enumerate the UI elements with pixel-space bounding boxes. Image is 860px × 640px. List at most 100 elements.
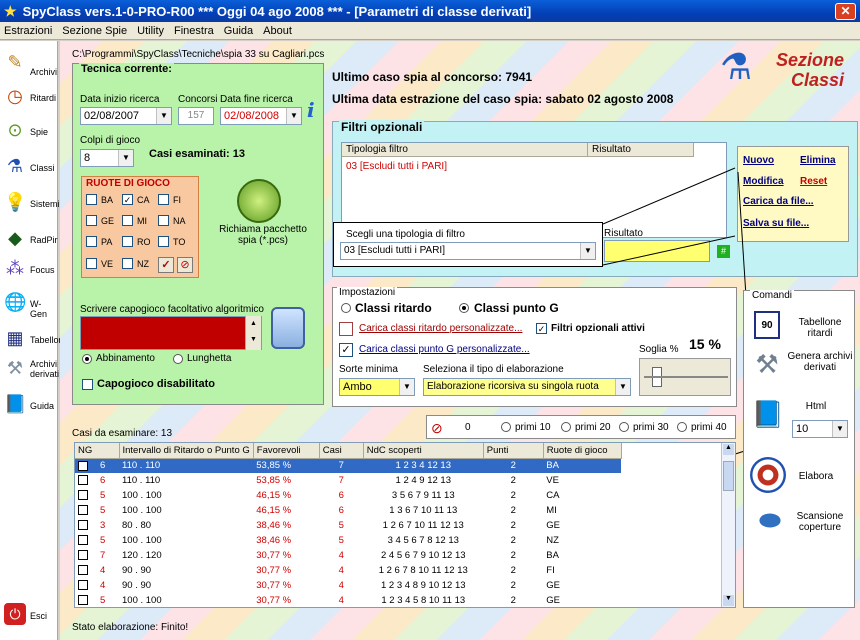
elabora-button[interactable]: Elabora: [786, 471, 846, 482]
ruota-ro-checkbox[interactable]: [122, 236, 133, 247]
classi-ritardo-radio[interactable]: [341, 303, 351, 313]
ruota-mi-checkbox[interactable]: [122, 215, 133, 226]
close-icon[interactable]: ✕: [835, 3, 856, 20]
calendar-icon[interactable]: 90: [754, 311, 780, 339]
row-checkbox[interactable]: 4: [75, 563, 119, 578]
tools-icon[interactable]: ⚒: [752, 349, 782, 383]
ruota-ge-checkbox[interactable]: [86, 215, 97, 226]
primi-10-radio[interactable]: [501, 422, 511, 432]
elimina-link[interactable]: Elimina: [800, 155, 836, 166]
phone-icon[interactable]: [271, 307, 305, 349]
grid-header[interactable]: Favorevoli: [253, 443, 320, 459]
no-entry-icon[interactable]: ⊘: [431, 420, 443, 437]
grid-header[interactable]: NG: [75, 443, 120, 459]
select-all-check-icon[interactable]: ✓: [158, 257, 174, 273]
tabellone-button[interactable]: Tabellone ritardi: [786, 317, 854, 339]
primi-20-radio[interactable]: [561, 422, 571, 432]
sidebar-item-archivi[interactable]: ✎ Archivi: [2, 49, 58, 83]
row-checkbox[interactable]: 4: [75, 578, 119, 593]
capogioco-scrollbar[interactable]: ▲ ▼: [245, 316, 261, 350]
genera-archivi-button[interactable]: Genera archivi derivati: [786, 351, 854, 373]
col-risultato[interactable]: Risultato: [588, 143, 694, 157]
modifica-link[interactable]: Modifica: [743, 176, 784, 187]
ruota-ba-checkbox[interactable]: [86, 194, 97, 205]
html-select[interactable]: 10 ▼: [792, 420, 848, 438]
sidebar-item-spie[interactable]: ⊙ Spie: [2, 117, 58, 151]
scansione-button[interactable]: Scansione coperture: [790, 511, 850, 533]
row-checkbox[interactable]: 3: [75, 518, 119, 533]
ruota-ca-checkbox[interactable]: ✓: [122, 194, 133, 205]
grid-scrollbar[interactable]: ▲ ▼: [721, 443, 735, 607]
sorte-select[interactable]: Ambo ▼: [339, 378, 415, 396]
classi-punto-g-radio[interactable]: [459, 303, 469, 313]
table-row[interactable]: 4 90 . 90 30,77 % 4 1 2 3 4 8 9 10 12 13 2 GE: [75, 578, 621, 593]
capogioco-disab-checkbox[interactable]: [82, 379, 93, 390]
row-checkbox[interactable]: 6: [75, 458, 119, 473]
sidebar-item-sistemi[interactable]: 💡 Sistemi: [2, 189, 60, 223]
spy-lens-icon[interactable]: [237, 179, 281, 223]
table-row[interactable]: 5 100 . 100 46,15 % 6 3 5 6 7 9 11 13 2 CA: [75, 488, 621, 503]
row-checkbox[interactable]: 7: [75, 548, 119, 563]
reset-link[interactable]: Reset: [800, 176, 827, 187]
tipo-elaborazione-select[interactable]: Elaborazione ricorsiva su singola ruota ▼: [423, 378, 631, 396]
soglia-slider[interactable]: [639, 358, 731, 396]
ruota-pa-checkbox[interactable]: [86, 236, 97, 247]
ruota-fi-checkbox[interactable]: [158, 194, 169, 205]
filtri-attivi-checkbox[interactable]: ✓: [536, 323, 547, 334]
row-checkbox[interactable]: 6: [75, 473, 119, 488]
menu-utility[interactable]: Utility: [137, 25, 164, 37]
sidebar-item-guida[interactable]: 📘 Guida: [2, 391, 58, 425]
menu-about[interactable]: About: [263, 25, 292, 37]
nuovo-link[interactable]: Nuovo: [743, 155, 774, 166]
data-inizio-picker[interactable]: 02/08/2007 ▼: [80, 107, 172, 125]
col-tipologia[interactable]: Tipologia filtro: [342, 143, 588, 157]
menu-finestra[interactable]: Finestra: [174, 25, 214, 37]
scegli-filtro-select[interactable]: 03 [Escludi tutti i PARI] ▼: [340, 242, 596, 260]
carica-punto-g-checkbox[interactable]: ✓: [339, 343, 353, 357]
table-row[interactable]: 6 110 . 110 53,85 % 7 1 2 3 4 12 13 2 BA: [75, 458, 622, 473]
primi-30-radio[interactable]: [619, 422, 629, 432]
sidebar-item-radpir[interactable]: ◆ RadPir: [2, 225, 58, 259]
ruota-ve-checkbox[interactable]: [86, 258, 97, 269]
primi-40-radio[interactable]: [677, 422, 687, 432]
ruota-nz-checkbox[interactable]: [122, 258, 133, 269]
table-row[interactable]: 3 80 . 80 38,46 % 5 1 2 6 7 10 11 12 13 2 GE: [75, 518, 621, 533]
deselect-all-icon[interactable]: ⊘: [177, 257, 193, 273]
book-icon[interactable]: 📘: [750, 399, 786, 429]
salva-file-link[interactable]: Salva su file...: [743, 218, 809, 229]
row-checkbox[interactable]: 5: [75, 593, 119, 607]
risultato-field[interactable]: [604, 240, 710, 262]
table-row[interactable]: 5 100 . 100 38,46 % 5 3 4 5 6 7 8 12 13 2 NZ: [75, 533, 621, 548]
sidebar-item-archivi-derivati[interactable]: ⚒ Archivi derivati: [2, 355, 59, 395]
eraser-icon[interactable]: ⬬: [750, 505, 790, 541]
ruota-na-checkbox[interactable]: [158, 215, 169, 226]
richiama-pacchetto-button[interactable]: Richiama pacchetto spia (*.pcs): [213, 224, 313, 246]
ruota-to-checkbox[interactable]: [158, 236, 169, 247]
sidebar-item-tabellone[interactable]: ▦ Tabellone: [2, 325, 68, 359]
capogioco-input[interactable]: [80, 316, 262, 350]
casi-grid[interactable]: NG Intervallo di Ritardo o Punto G Favorev…: [74, 442, 736, 608]
data-fine-picker[interactable]: 02/08/2008 ▼: [220, 107, 302, 125]
carica-ritardo-checkbox[interactable]: [339, 322, 353, 336]
grid-header[interactable]: NdC scoperti: [363, 443, 484, 459]
info-icon[interactable]: i: [307, 98, 315, 122]
abbinamento-radio[interactable]: [82, 354, 92, 364]
table-row[interactable]: 5 100 . 100 46,15 % 6 1 3 6 7 10 11 13 2 MI: [75, 503, 621, 518]
sidebar-item-ritardi[interactable]: ◷ Ritardi: [2, 83, 58, 117]
table-row[interactable]: 4 90 . 90 30,77 % 4 1 2 6 7 8 10 11 12 13 2 FI: [75, 563, 621, 578]
carica-ritardo-link[interactable]: Carica classi ritardo personalizzate...: [359, 323, 522, 334]
grid-header[interactable]: Casi: [319, 443, 364, 459]
table-row[interactable]: 7 120 . 120 30,77 % 4 2 4 5 6 7 9 10 12 13 2 B…: [75, 548, 621, 563]
row-checkbox[interactable]: 5: [75, 488, 119, 503]
carica-file-link[interactable]: Carica da file...: [743, 196, 814, 207]
filtro-row[interactable]: 03 [Escludi tutti i PARI]: [346, 161, 447, 172]
menu-guida[interactable]: Guida: [224, 25, 253, 37]
carica-punto-g-link[interactable]: Carica classi punto G personalizzate...: [359, 344, 530, 355]
grid-header[interactable]: Ruote di gioco: [543, 443, 622, 459]
hash-button[interactable]: #: [717, 245, 730, 258]
grid-header[interactable]: Intervallo di Ritardo o Punto G: [119, 443, 254, 459]
menu-sezione-spie[interactable]: Sezione Spie: [62, 25, 127, 37]
colpi-select[interactable]: 8 ▼: [80, 149, 134, 167]
table-row[interactable]: 5 100 . 100 30,77 % 4 1 2 3 4 5 8 10 11 13 2 G…: [75, 593, 621, 607]
row-checkbox[interactable]: 5: [75, 533, 119, 548]
